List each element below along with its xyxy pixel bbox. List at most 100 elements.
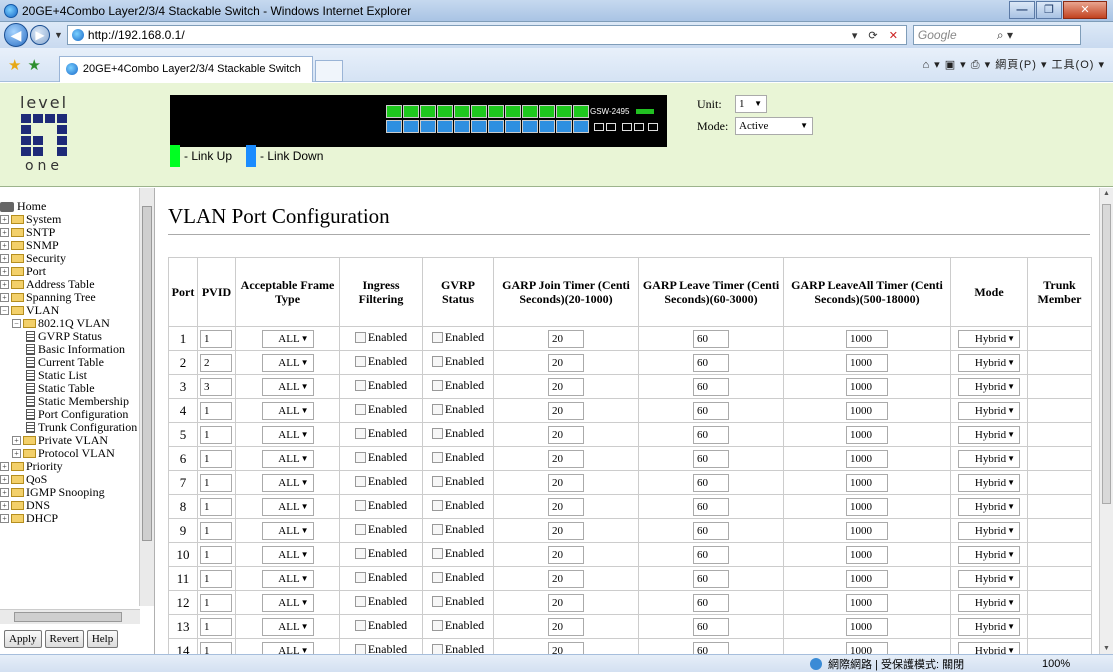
frame-type-select[interactable]: ALL ▼	[261, 449, 314, 468]
ingress-checkbox[interactable]: Enabled	[354, 618, 407, 633]
gvrp-checkbox[interactable]: Enabled	[431, 594, 484, 609]
forward-button[interactable]: ▶	[30, 25, 50, 45]
unit-select[interactable]: 1 ▼	[735, 95, 767, 113]
frame-type-select[interactable]: ALL ▼	[261, 569, 314, 588]
search-input[interactable]: Google ⌕ ▾	[912, 25, 1081, 45]
frame-type-select[interactable]: ALL ▼	[261, 401, 314, 420]
zoom-level[interactable]: 100%	[1042, 658, 1070, 670]
main-vertical-scrollbar[interactable]: ▲ ▼	[1099, 188, 1113, 654]
tree-item[interactable]: + Protocol VLAN	[0, 447, 140, 460]
join-timer-input[interactable]: 20	[548, 473, 584, 492]
tree-item[interactable]: + Security	[0, 252, 140, 265]
leave-timer-input[interactable]: 60	[693, 545, 729, 564]
join-timer-input[interactable]: 20	[548, 353, 584, 372]
leaveall-timer-input[interactable]: 1000	[846, 545, 888, 564]
tree-item[interactable]: Port Configuration	[0, 408, 140, 421]
command-bar[interactable]: ⌂ ▾ ▣ ▾ ⎙ ▾ 網頁(P) ▾ 工具(O) ▾	[922, 56, 1105, 72]
tree-item[interactable]: + Priority	[0, 460, 140, 473]
gvrp-checkbox[interactable]: Enabled	[431, 378, 484, 393]
tree-item[interactable]: + DHCP	[0, 512, 140, 525]
maximize-button[interactable]: ❐	[1036, 1, 1062, 19]
pvid-input[interactable]: 2	[200, 353, 232, 372]
gvrp-checkbox[interactable]: Enabled	[431, 522, 484, 537]
ingress-checkbox[interactable]: Enabled	[354, 642, 407, 654]
expand-icon[interactable]: +	[0, 514, 9, 523]
collapse-icon[interactable]: −	[12, 319, 21, 328]
mode-select[interactable]: Hybrid ▼	[958, 353, 1020, 372]
frame-type-select[interactable]: ALL ▼	[261, 497, 314, 516]
tree-item[interactable]: + SNMP	[0, 239, 140, 252]
minimize-button[interactable]: —	[1009, 1, 1035, 19]
tree-item[interactable]: + QoS	[0, 473, 140, 486]
tree-item[interactable]: + Spanning Tree	[0, 291, 140, 304]
close-button[interactable]: ✕	[1063, 1, 1107, 19]
gvrp-checkbox[interactable]: Enabled	[431, 354, 484, 369]
expand-icon[interactable]: +	[0, 293, 9, 302]
frame-type-select[interactable]: ALL ▼	[261, 353, 314, 372]
leave-timer-input[interactable]: 60	[693, 593, 729, 612]
join-timer-input[interactable]: 20	[548, 641, 584, 654]
frame-type-select[interactable]: ALL ▼	[261, 329, 314, 348]
ingress-checkbox[interactable]: Enabled	[354, 546, 407, 561]
ingress-checkbox[interactable]: Enabled	[354, 570, 407, 585]
browser-tab[interactable]: 20GE+4Combo Layer2/3/4 Stackable Switch	[58, 55, 313, 82]
pvid-input[interactable]: 1	[200, 641, 232, 654]
leaveall-timer-input[interactable]: 1000	[846, 473, 888, 492]
pvid-input[interactable]: 1	[200, 569, 232, 588]
frame-type-select[interactable]: ALL ▼	[261, 617, 314, 636]
ingress-checkbox[interactable]: Enabled	[354, 330, 407, 345]
leaveall-timer-input[interactable]: 1000	[846, 449, 888, 468]
feeds-icon[interactable]: ▣ ▾	[945, 59, 967, 71]
ingress-checkbox[interactable]: Enabled	[354, 594, 407, 609]
mode-select[interactable]: Active ▼	[735, 117, 813, 135]
security-zone[interactable]: 網際網路 | 受保護模式: 關閉	[810, 656, 964, 672]
pvid-input[interactable]: 1	[200, 425, 232, 444]
expand-icon[interactable]: +	[0, 475, 9, 484]
tree-item[interactable]: + Address Table	[0, 278, 140, 291]
frame-type-select[interactable]: ALL ▼	[261, 473, 314, 492]
expand-icon[interactable]: +	[0, 280, 9, 289]
join-timer-input[interactable]: 20	[548, 545, 584, 564]
tree-vertical-scrollbar[interactable]	[139, 188, 154, 606]
join-timer-input[interactable]: 20	[548, 617, 584, 636]
ingress-checkbox[interactable]: Enabled	[354, 450, 407, 465]
gvrp-checkbox[interactable]: Enabled	[431, 402, 484, 417]
leaveall-timer-input[interactable]: 1000	[846, 401, 888, 420]
add-favorite-icon[interactable]: ★	[27, 56, 40, 74]
help-button[interactable]: Help	[86, 630, 119, 648]
tree-item[interactable]: + Private VLAN	[0, 434, 140, 447]
leave-timer-input[interactable]: 60	[693, 569, 729, 588]
gvrp-checkbox[interactable]: Enabled	[431, 546, 484, 561]
gvrp-checkbox[interactable]: Enabled	[431, 618, 484, 633]
leaveall-timer-input[interactable]: 1000	[846, 641, 888, 654]
tree-item[interactable]: Home	[0, 200, 140, 213]
search-icon[interactable]: ⌕ ▾	[997, 28, 1076, 43]
tree-item[interactable]: − VLAN	[0, 304, 140, 317]
frame-type-select[interactable]: ALL ▼	[261, 521, 314, 540]
mode-select[interactable]: Hybrid ▼	[958, 593, 1020, 612]
frame-type-select[interactable]: ALL ▼	[261, 641, 314, 654]
join-timer-input[interactable]: 20	[548, 401, 584, 420]
leave-timer-input[interactable]: 60	[693, 521, 729, 540]
stop-icon[interactable]: ✕	[889, 30, 902, 42]
mode-select[interactable]: Hybrid ▼	[958, 329, 1020, 348]
tree-item[interactable]: + DNS	[0, 499, 140, 512]
mode-select[interactable]: Hybrid ▼	[958, 497, 1020, 516]
pvid-input[interactable]: 1	[200, 449, 232, 468]
pvid-input[interactable]: 1	[200, 401, 232, 420]
join-timer-input[interactable]: 20	[548, 497, 584, 516]
leaveall-timer-input[interactable]: 1000	[846, 593, 888, 612]
join-timer-input[interactable]: 20	[548, 425, 584, 444]
ingress-checkbox[interactable]: Enabled	[354, 474, 407, 489]
expand-icon[interactable]: +	[0, 501, 9, 510]
join-timer-input[interactable]: 20	[548, 329, 584, 348]
collapse-icon[interactable]: −	[0, 306, 9, 315]
pvid-input[interactable]: 1	[200, 593, 232, 612]
pvid-input[interactable]: 1	[200, 545, 232, 564]
leaveall-timer-input[interactable]: 1000	[846, 425, 888, 444]
frame-type-select[interactable]: ALL ▼	[261, 593, 314, 612]
ingress-checkbox[interactable]: Enabled	[354, 378, 407, 393]
leave-timer-input[interactable]: 60	[693, 377, 729, 396]
join-timer-input[interactable]: 20	[548, 593, 584, 612]
url-text[interactable]: http://192.168.0.1/	[88, 28, 852, 42]
